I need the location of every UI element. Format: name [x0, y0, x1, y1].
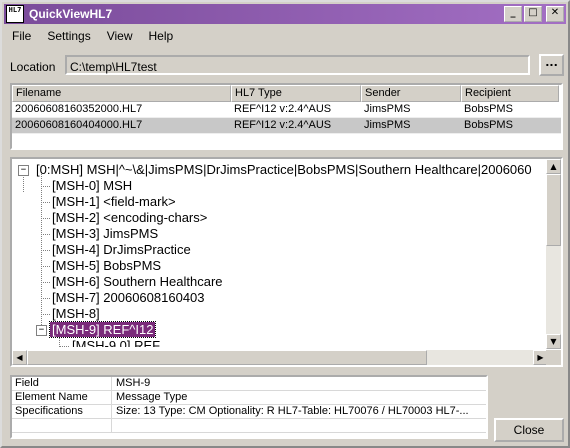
file-list-header: Filename HL7 Type Sender Recipient	[12, 85, 561, 102]
menu-view[interactable]: View	[99, 27, 141, 45]
column-header-filename[interactable]: Filename	[12, 85, 231, 102]
collapse-root-icon[interactable]: −	[18, 165, 29, 176]
tree-field-msh-4[interactable]: [MSH-4] DrJimsPractice	[50, 242, 193, 258]
minimize-button[interactable]: _	[504, 6, 522, 22]
file-row-selected[interactable]: 20060608160404000.HL7 REF^I12 v:2.4^AUS …	[12, 118, 561, 134]
property-row: Specifications Size: 13 Type: CM Optiona…	[12, 405, 486, 419]
property-row: Element Name Message Type	[12, 391, 486, 405]
title-bar[interactable]: HL7 QuickViewHL7 _ □ ✕	[4, 4, 566, 24]
vertical-scroll-thumb[interactable]	[546, 174, 561, 246]
property-row	[12, 419, 486, 433]
menu-settings[interactable]: Settings	[39, 27, 98, 45]
property-value	[112, 419, 486, 432]
file-row[interactable]: 20060608160352000.HL7 REF^I12 v:2.4^AUS …	[12, 102, 561, 118]
menu-help[interactable]: Help	[141, 27, 182, 45]
tree-field-msh-8[interactable]: [MSH-8]	[50, 306, 102, 322]
menu-bar: File Settings View Help	[4, 26, 566, 46]
tree-field-msh-7[interactable]: [MSH-7] 20060608160403	[50, 290, 207, 306]
tree-field-msh-6[interactable]: [MSH-6] Southern Healthcare	[50, 274, 225, 290]
property-value: Size: 13 Type: CM Optionality: R HL7-Tab…	[116, 405, 469, 417]
file-list[interactable]: Filename HL7 Type Sender Recipient 20060…	[10, 83, 563, 150]
file-row-sender: JimsPMS	[364, 103, 411, 115]
file-row-recipient: BobsPMS	[464, 119, 513, 131]
horizontal-scroll-thumb[interactable]	[27, 350, 427, 365]
hl7-app-icon: HL7	[6, 5, 24, 23]
file-row-recipient: BobsPMS	[464, 103, 513, 115]
file-row-filename: 20060608160404000.HL7	[15, 119, 143, 131]
property-row: Field MSH-9	[12, 377, 486, 391]
scroll-corner	[546, 350, 561, 365]
tree-field-msh-2[interactable]: [MSH-2] <encoding-chars>	[50, 210, 209, 226]
column-header-sender[interactable]: Sender	[361, 85, 461, 102]
property-value: Message Type	[116, 391, 188, 403]
property-value: MSH-9	[116, 377, 151, 389]
scroll-up-icon[interactable]: ▲	[546, 159, 561, 174]
tree-field-msh-9-selected[interactable]: [MSH-9] REF^I12	[48, 321, 157, 338]
browse-button[interactable]: ...	[539, 54, 564, 76]
location-field[interactable]: C:\temp\HL7test	[65, 55, 530, 75]
scroll-left-icon[interactable]: ◀	[12, 350, 27, 365]
message-tree[interactable]: − [0:MSH] MSH|^~\&|JimsPMS|DrJimsPractic…	[10, 157, 563, 367]
tree-horizontal-scrollbar[interactable]: ◀ ▶	[12, 350, 548, 365]
tree-root-segment[interactable]: [0:MSH] MSH|^~\&|JimsPMS|DrJimsPractice|…	[34, 162, 534, 178]
tree-vertical-scrollbar[interactable]: ▲ ▼	[546, 159, 561, 349]
field-properties-grid: Field MSH-9 Element Name Message Type Sp…	[10, 375, 488, 439]
tree-component-msh-9-0[interactable]: [MSH-9.0] REF	[70, 338, 162, 347]
tree-field-msh-1[interactable]: [MSH-1] <field-mark>	[50, 194, 178, 210]
tree-field-msh-3[interactable]: [MSH-3] JimsPMS	[50, 226, 160, 242]
maximize-button[interactable]: □	[524, 6, 542, 22]
column-header-hl7-type[interactable]: HL7 Type	[231, 85, 361, 102]
tree-field-msh-5[interactable]: [MSH-5] BobsPMS	[50, 258, 163, 274]
property-key: Specifications	[12, 405, 112, 418]
file-row-type: REF^I12 v:2.4^AUS	[234, 119, 332, 131]
location-label: Location	[10, 60, 56, 74]
file-row-type: REF^I12 v:2.4^AUS	[234, 103, 332, 115]
file-row-filename: 20060608160352000.HL7	[15, 103, 143, 115]
property-key: Element Name	[12, 391, 112, 404]
scroll-down-icon[interactable]: ▼	[546, 334, 561, 349]
close-window-button[interactable]: ✕	[546, 6, 564, 22]
column-header-recipient[interactable]: Recipient	[461, 85, 559, 102]
collapse-msh-9-icon[interactable]: −	[36, 325, 47, 336]
tree-field-msh-0[interactable]: [MSH-0] MSH	[50, 178, 134, 194]
menu-file[interactable]: File	[4, 27, 39, 45]
window-title: QuickViewHL7	[29, 7, 113, 21]
file-row-sender: JimsPMS	[364, 119, 411, 131]
property-key	[12, 419, 112, 432]
close-button[interactable]: Close	[494, 418, 564, 442]
property-key: Field	[12, 377, 112, 390]
app-window: HL7 QuickViewHL7 _ □ ✕ File Settings Vie…	[0, 0, 570, 448]
